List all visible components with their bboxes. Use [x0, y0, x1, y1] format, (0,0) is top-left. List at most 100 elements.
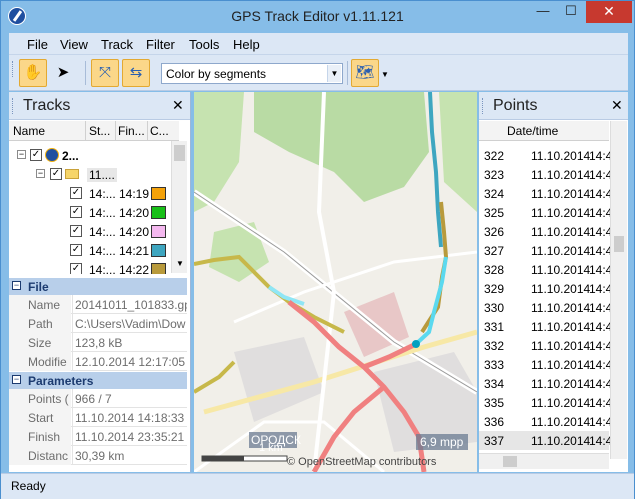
segment-color-swatch[interactable]	[151, 225, 166, 238]
column-start[interactable]: St...	[89, 124, 110, 138]
point-row[interactable]: 324 11.10.2014 14:4	[479, 184, 613, 203]
point-row[interactable]: 328 11.10.2014 14:4	[479, 260, 612, 279]
map-view[interactable]: ОРОДСК 6,9 mpp 1 km © OpenStreetMap cont…	[194, 92, 477, 472]
column-divider	[147, 121, 148, 141]
property-value[interactable]: 11.10.2014 14:18:33	[72, 408, 187, 427]
tree-track-node[interactable]: − ✓ 11....	[9, 165, 179, 184]
segment-row[interactable]: ✓ 14:... 14:22	[9, 260, 179, 274]
property-value[interactable]: 11.10.2014 23:35:21	[72, 427, 187, 446]
category-parameters-label: Parameters	[28, 374, 94, 388]
collapse-icon[interactable]: −	[17, 150, 26, 159]
segment-checkbox[interactable]: ✓	[70, 225, 82, 237]
close-window-button[interactable]: ✕	[586, 1, 632, 23]
panel-grip[interactable]	[12, 98, 15, 114]
tracks-scrollbar[interactable]: ▼	[171, 141, 187, 273]
property-value[interactable]: 30,39 km	[72, 446, 187, 465]
property-value[interactable]: 20141011_101833.gpx	[72, 295, 187, 314]
collapse-icon[interactable]: −	[12, 281, 21, 290]
column-datetime[interactable]: Date/time	[507, 124, 558, 138]
menu-file[interactable]: File	[27, 37, 48, 52]
segment-finish: 14:20	[119, 225, 150, 239]
menu-track[interactable]: Track	[101, 37, 133, 52]
menu-help[interactable]: Help	[233, 37, 260, 52]
reverse-track-button[interactable]: ⇆	[122, 59, 150, 87]
property-row[interactable]: Size 123,8 kB	[9, 333, 187, 352]
property-row[interactable]: Start 11.10.2014 14:18:33	[9, 408, 187, 427]
segment-color-swatch[interactable]	[151, 244, 166, 257]
split-icon: ⤧	[98, 64, 111, 81]
property-row[interactable]: Name 20141011_101833.gpx	[9, 295, 187, 314]
property-row[interactable]: Points ( 966 / 7	[9, 389, 187, 408]
property-row[interactable]: Distanc 30,39 km	[9, 446, 187, 465]
segment-checkbox[interactable]: ✓	[70, 244, 82, 256]
point-row[interactable]: 325 11.10.2014 14:4	[479, 203, 612, 222]
scrollbar-thumb[interactable]	[614, 236, 624, 252]
chevron-down-icon[interactable]: ▼	[327, 65, 341, 82]
close-tracks-panel-icon[interactable]: ✕	[172, 97, 184, 114]
points-hscrollbar[interactable]	[479, 453, 609, 469]
menu-view[interactable]: View	[60, 37, 88, 52]
point-time: 14:4	[589, 187, 613, 201]
property-value[interactable]: C:\Users\Vadim\Dow	[72, 314, 187, 333]
point-row[interactable]: 332 11.10.2014 14:4	[479, 336, 612, 355]
column-finish[interactable]: Fin...	[118, 124, 145, 138]
property-row[interactable]: Modifie 12.10.2014 12:17:05	[9, 352, 187, 371]
property-value[interactable]: 12.10.2014 12:17:05	[72, 352, 187, 371]
point-row[interactable]: 337 11.10.2014 14:4	[479, 431, 612, 450]
hand-tool-button[interactable]: ✋	[19, 59, 47, 87]
color-mode-dropdown[interactable]: Color by segments ▼	[161, 63, 343, 84]
point-row[interactable]: 330 11.10.2014 14:4	[479, 298, 612, 317]
point-row[interactable]: 322 11.10.2014 14:4	[479, 146, 612, 165]
column-color[interactable]: C...	[150, 124, 169, 138]
map-source-button[interactable]: 🗺	[351, 59, 379, 87]
point-row[interactable]: 327 11.10.2014 14:4	[479, 241, 612, 260]
pointer-tool-button[interactable]: ➤	[49, 59, 77, 87]
menu-tools[interactable]: Tools	[189, 37, 219, 52]
minimize-button[interactable]: —	[529, 1, 557, 23]
track-checkbox[interactable]: ✓	[50, 168, 62, 180]
segment-checkbox[interactable]: ✓	[70, 187, 82, 199]
point-row[interactable]: 331 11.10.2014 14:4	[479, 317, 612, 336]
category-file[interactable]: − File	[9, 278, 187, 295]
close-points-panel-icon[interactable]: ✕	[611, 97, 623, 114]
track-point-marker[interactable]	[412, 340, 420, 348]
menu-filter[interactable]: Filter	[146, 37, 175, 52]
point-row[interactable]: 333 11.10.2014 14:4	[479, 355, 612, 374]
tree-file-node[interactable]: − ✓ 2...	[9, 146, 179, 165]
panel-grip[interactable]	[482, 98, 485, 114]
file-checkbox[interactable]: ✓	[30, 149, 42, 161]
property-value[interactable]: 123,8 kB	[72, 333, 187, 352]
collapse-icon[interactable]: −	[12, 375, 21, 384]
hscrollbar-thumb[interactable]	[503, 456, 517, 467]
property-value[interactable]: 966 / 7	[72, 389, 187, 408]
point-row[interactable]: 323 11.10.2014 14:4	[479, 165, 612, 184]
property-row[interactable]: Path C:\Users\Vadim\Dow	[9, 314, 187, 333]
segment-checkbox[interactable]: ✓	[70, 206, 82, 218]
point-row[interactable]: 329 11.10.2014 14:4	[479, 279, 612, 298]
map-credit: © OpenStreetMap contributors	[287, 456, 437, 468]
maximize-button[interactable]: ☐	[557, 1, 585, 23]
category-parameters[interactable]: − Parameters	[9, 372, 187, 389]
segment-row[interactable]: ✓ 14:... 14:20	[9, 222, 179, 241]
map-source-dropdown-icon[interactable]: ▼	[381, 70, 389, 79]
point-row[interactable]: 336 11.10.2014 14:4	[479, 412, 612, 431]
collapse-icon[interactable]: −	[36, 169, 45, 178]
point-row[interactable]: 326 11.10.2014 14:4	[479, 222, 612, 241]
point-row[interactable]: 335 11.10.2014 14:4	[479, 393, 612, 412]
point-date: 11.10.2014	[531, 415, 591, 429]
toolbar-grip[interactable]	[12, 61, 15, 77]
segment-color-swatch[interactable]	[151, 187, 166, 200]
points-scrollbar[interactable]	[610, 121, 627, 459]
scroll-down-icon[interactable]: ▼	[176, 259, 184, 268]
segment-row[interactable]: ✓ 14:... 14:20	[9, 203, 179, 222]
point-row[interactable]: 334 11.10.2014 14:4	[479, 374, 612, 393]
scrollbar-thumb[interactable]	[174, 145, 185, 161]
segment-color-swatch[interactable]	[151, 206, 166, 219]
segment-color-swatch[interactable]	[151, 263, 166, 274]
segment-row[interactable]: ✓ 14:... 14:19	[9, 184, 179, 203]
split-track-button[interactable]: ⤧	[91, 59, 119, 87]
segment-row[interactable]: ✓ 14:... 14:21	[9, 241, 179, 260]
column-name[interactable]: Name	[13, 124, 45, 138]
property-row[interactable]: Finish 11.10.2014 23:35:21	[9, 427, 187, 446]
segment-checkbox[interactable]: ✓	[70, 263, 82, 274]
